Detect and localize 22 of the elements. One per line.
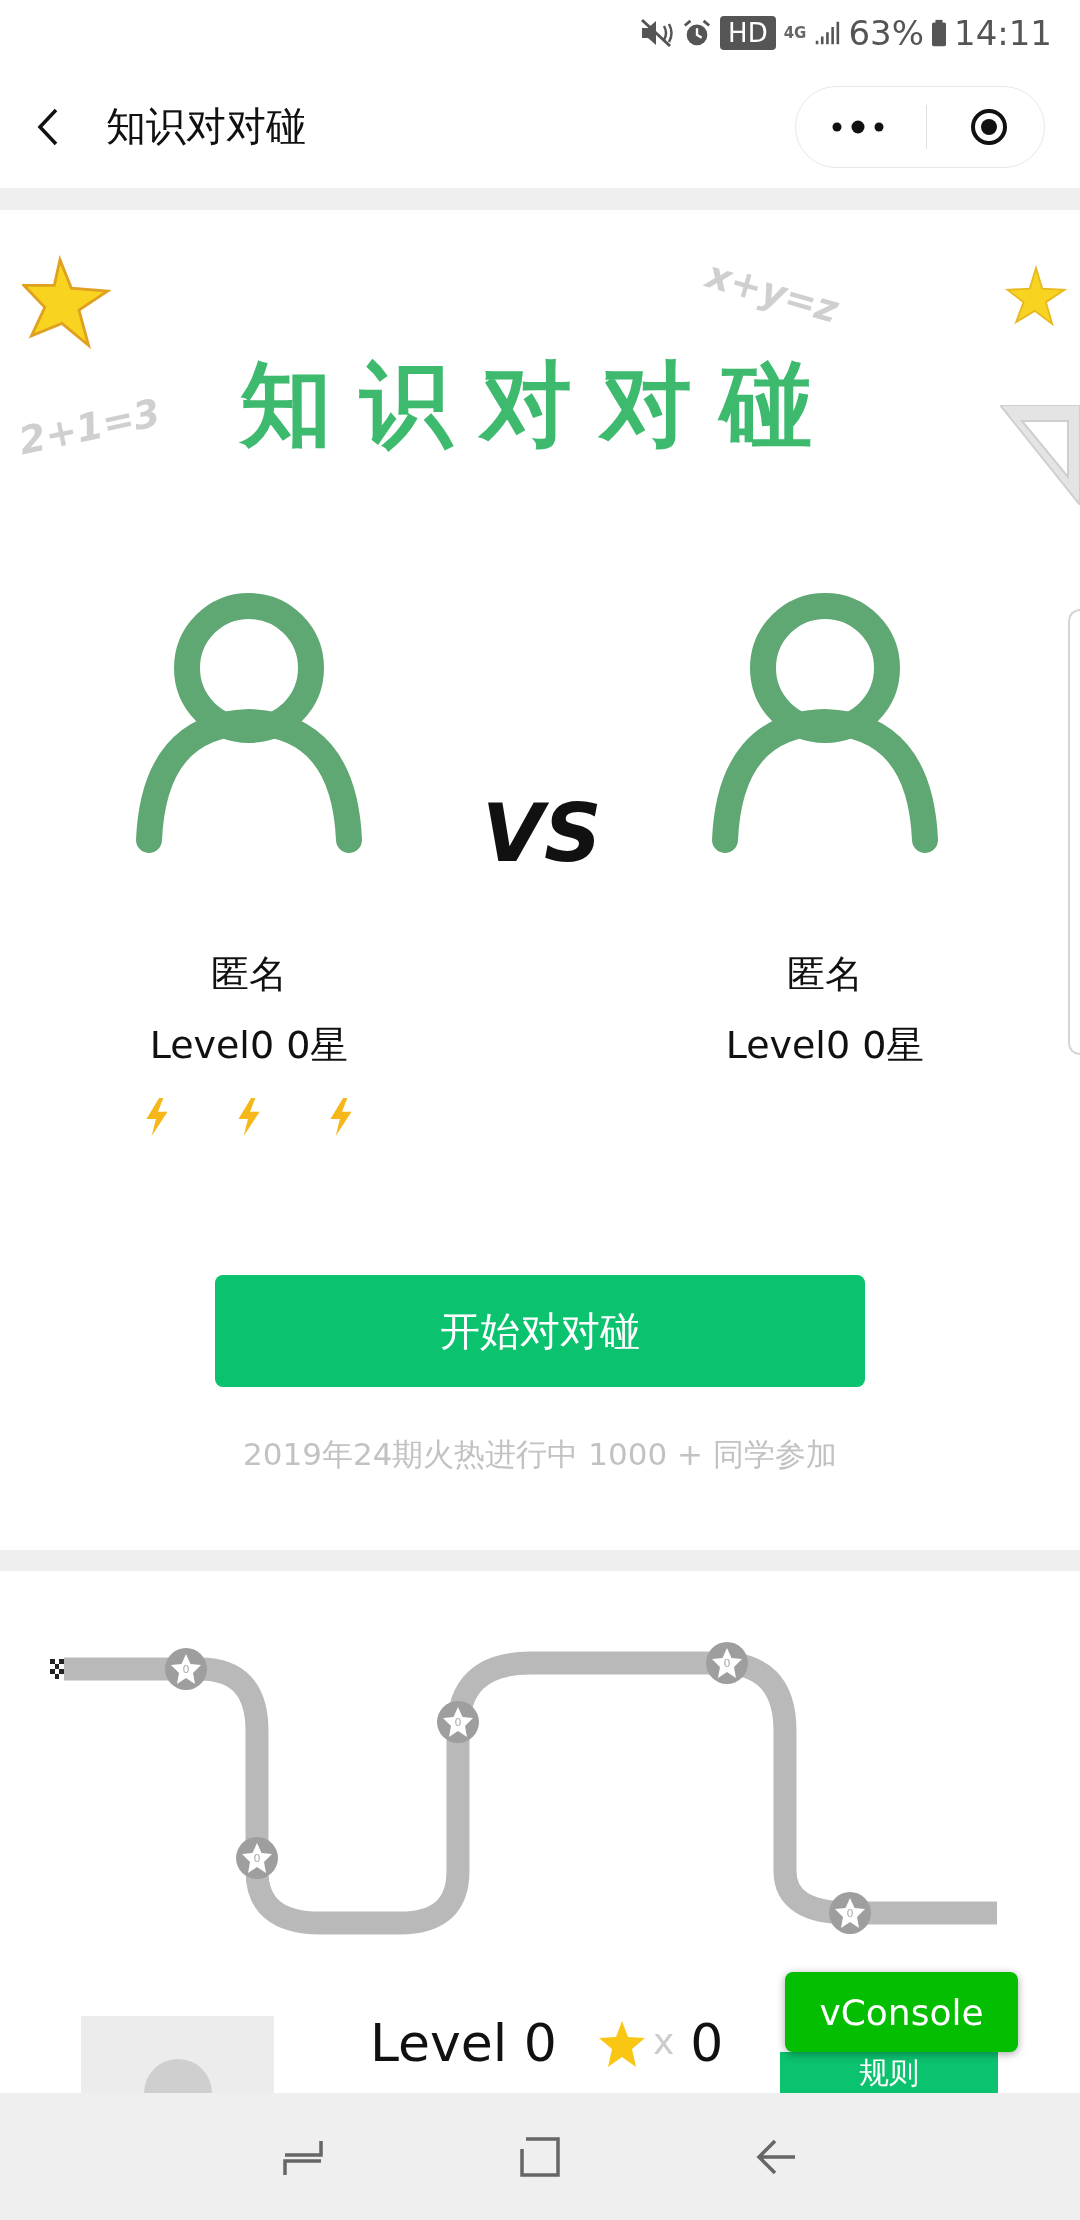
- star-count: 0: [690, 2012, 724, 2075]
- network-label: 4G: [783, 23, 807, 42]
- player-level: Level0 0星: [725, 1022, 925, 1069]
- player-name: 匿名: [211, 951, 287, 998]
- node-count: 0: [182, 1663, 190, 1676]
- rules-button[interactable]: 规则: [780, 2052, 998, 2093]
- player-name: 匿名: [787, 951, 863, 998]
- clock-time: 14:11: [954, 12, 1052, 53]
- node-count: 0: [253, 1852, 261, 1865]
- vconsole-button[interactable]: vConsole: [785, 1972, 1018, 2052]
- player-level: Level0 0星: [149, 1022, 349, 1069]
- start-button[interactable]: 开始对对碰: [215, 1275, 865, 1387]
- user-level: Level 0: [370, 2012, 557, 2075]
- battery-percent: 63%: [848, 12, 924, 53]
- node-count: 0: [846, 1907, 854, 1920]
- game-title: 知识对对碰: [240, 350, 840, 460]
- page-title: 知识对对碰: [106, 102, 307, 151]
- hd-badge: HD: [720, 15, 776, 50]
- node-count: 0: [723, 1657, 731, 1670]
- versus-label: VS: [481, 790, 603, 878]
- node-count: 0: [454, 1716, 462, 1729]
- participation-note: 2019年24期火热进行中 1000 + 同学参加: [243, 1435, 837, 1474]
